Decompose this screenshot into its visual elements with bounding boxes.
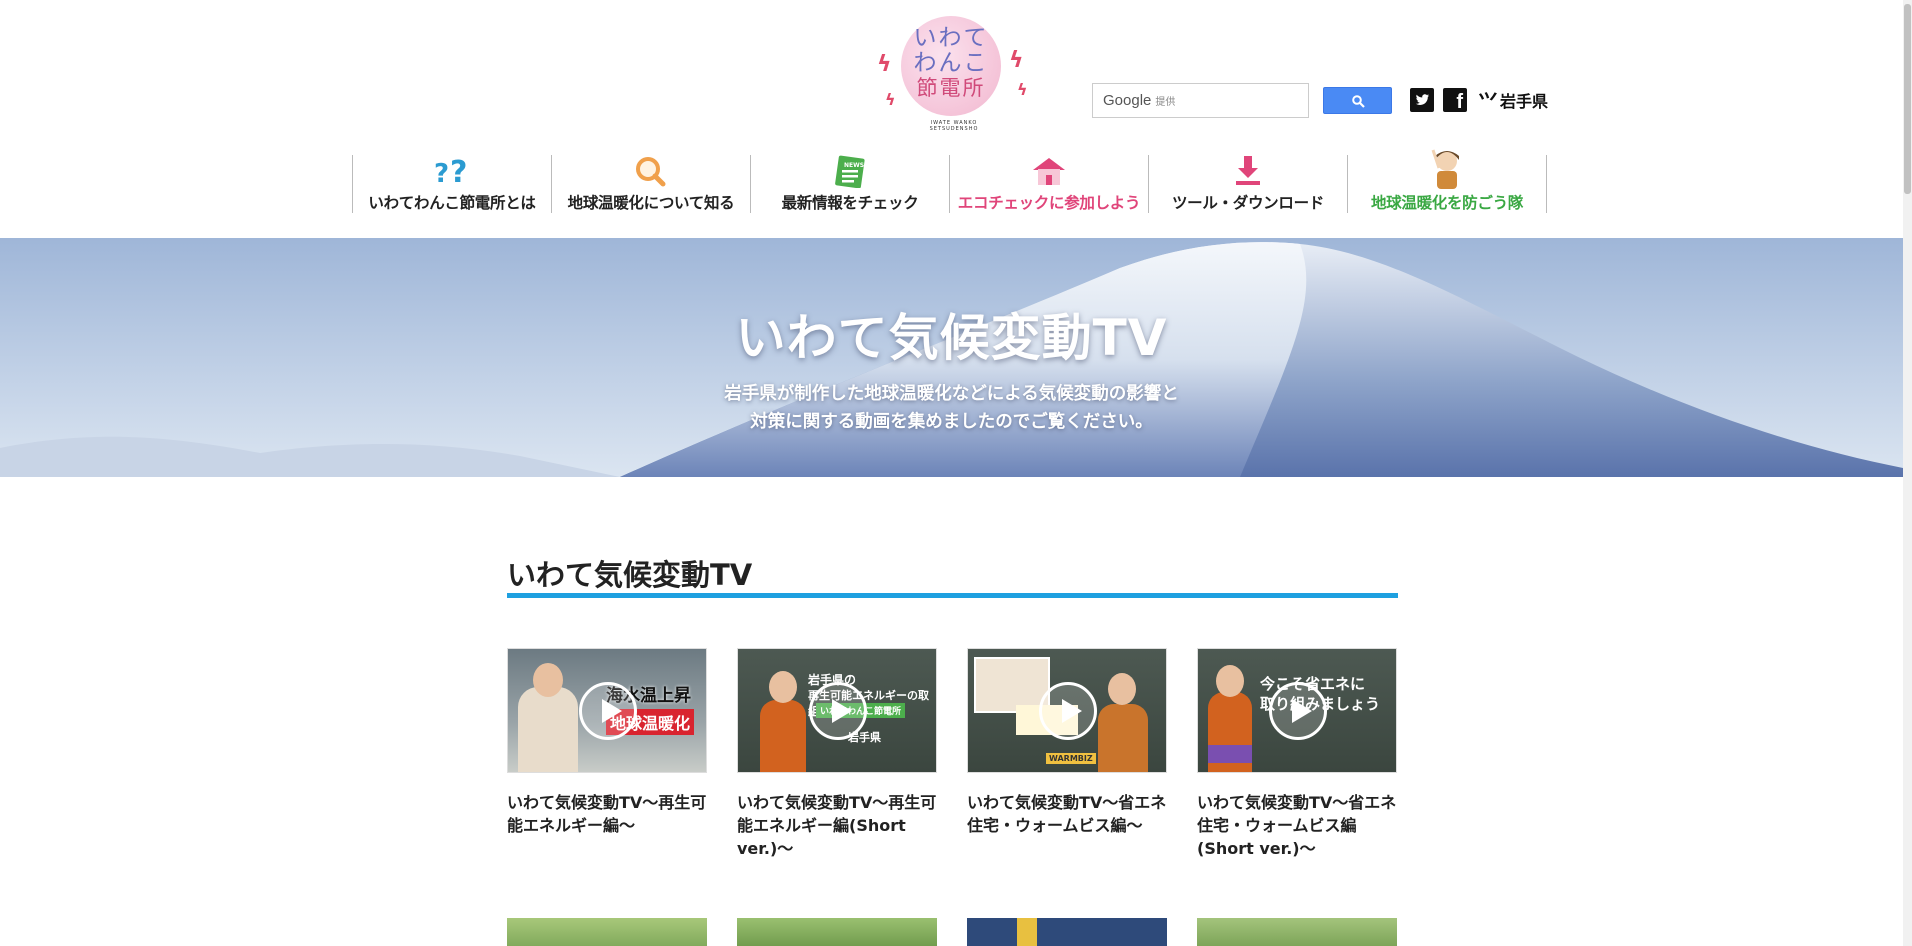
facebook-icon[interactable]: f (1443, 88, 1467, 113)
video-title[interactable]: いわて気候変動TV～省エネ住宅・ウォームビス編(Short ver.)～ (1197, 791, 1397, 860)
nav-label: いわてわんこ節電所とは (368, 194, 536, 212)
video-thumbnail[interactable]: 岩手県の 再生可能エネルギーの取組は いわてわんこ節電所 岩手県 (737, 648, 937, 773)
name-tag (1208, 745, 1252, 763)
section-title: いわて気候変動TV (507, 558, 753, 592)
video-card[interactable]: 海水温上昇 地球温暖化 いわて気候変動TV～再生可能エネルギー編～ (507, 648, 707, 837)
svg-text:?: ? (434, 159, 449, 186)
play-icon[interactable] (579, 682, 637, 740)
play-icon[interactable] (1269, 682, 1327, 740)
nav-label: 地球温暖化を防ごう隊 (1370, 194, 1523, 212)
presenter (518, 687, 578, 772)
nav-item-ecocheck[interactable]: エコチェックに参加しよう (950, 155, 1149, 213)
video-thumbnail[interactable]: WARMBIZ (967, 648, 1167, 773)
hero-banner: いわて気候変動TV 岩手県が制作した地球温暖化などによる気候変動の影響と 対策に… (0, 238, 1903, 477)
search-input[interactable]: Google 提供 (1092, 83, 1309, 118)
scrollbar-thumb[interactable] (1904, 4, 1911, 194)
lightning-icon: ϟ (1017, 80, 1028, 99)
nav-item-news[interactable]: NEWS 最新情報をチェック (751, 155, 950, 213)
hero-description: 岩手県が制作した地球温暖化などによる気候変動の影響と 対策に関する動画を集めまし… (724, 384, 1179, 432)
hero-title: いわて気候変動TV (735, 309, 1168, 367)
svg-text:?: ? (450, 156, 467, 186)
magnifier-icon (552, 155, 750, 187)
video-thumbnail[interactable]: 今こそ省エネに 取り組みましょう (1197, 648, 1397, 773)
play-icon[interactable] (809, 682, 867, 740)
video-title[interactable]: いわて気候変動TV～省エネ住宅・ウォームビス編～ (967, 791, 1167, 837)
search-brand: Google (1103, 92, 1152, 109)
lightning-icon: ϟ (885, 90, 896, 109)
house-icon (950, 155, 1148, 187)
site-logo[interactable]: ϟ ϟ ϟ ϟ いわて わんこ 節電所 IWATE WANKO SETSUDEN… (871, 12, 1031, 132)
thumbnail-caption: WARMBIZ (1046, 753, 1096, 764)
nav-item-about[interactable]: ?? いわてわんこ節電所とは (353, 155, 552, 213)
search-provided-label: 提供 (1155, 97, 1176, 108)
lightning-icon: ϟ (1009, 48, 1024, 73)
presenter (1098, 704, 1148, 772)
video-card[interactable]: WARMBIZ いわて気候変動TV～省エネ住宅・ウォームビス編～ (967, 648, 1167, 837)
nav-label: ツール・ダウンロード (1171, 194, 1324, 212)
play-icon[interactable] (1039, 682, 1097, 740)
search-button[interactable] (1323, 87, 1392, 114)
presenter (760, 700, 806, 772)
video-thumbnail[interactable] (737, 918, 937, 946)
main-nav: ?? いわてわんこ節電所とは 地球温暖化について知る NEWS 最新情報をチェッ… (352, 149, 1547, 213)
video-title[interactable]: いわて気候変動TV～再生可能エネルギー編(Short ver.)～ (737, 791, 937, 860)
character-icon (1348, 147, 1546, 189)
prefecture-label: 岩手県 (1500, 92, 1549, 111)
section-underline (507, 593, 1398, 598)
news-icon: NEWS (751, 155, 949, 188)
video-card[interactable]: 今こそ省エネに 取り組みましょう いわて気候変動TV～省エネ住宅・ウォームビス編… (1197, 648, 1397, 860)
nav-item-learn[interactable]: 地球温暖化について知る (552, 155, 751, 213)
video-thumbnail[interactable]: 海水温上昇 地球温暖化 (507, 648, 707, 773)
twitter-icon[interactable] (1410, 88, 1434, 112)
nav-label: 最新情報をチェック (781, 194, 919, 212)
nav-item-squad[interactable]: 地球温暖化を防ごう隊 (1348, 149, 1547, 213)
video-card[interactable]: 岩手県の 再生可能エネルギーの取組は いわてわんこ節電所 岩手県 いわて気候変動… (737, 648, 937, 860)
logo-text: いわて わんこ 節電所 (913, 25, 989, 101)
nav-item-download[interactable]: ツール・ダウンロード (1149, 155, 1348, 213)
iwate-prefecture-link[interactable]: ⺍ 岩手県 (1478, 88, 1549, 114)
nav-label: 地球温暖化について知る (567, 194, 735, 212)
video-thumbnail[interactable] (507, 918, 707, 946)
search-icon (1352, 95, 1365, 108)
question-icon: ?? (353, 155, 551, 187)
download-icon (1149, 155, 1347, 187)
prefecture-emblem-icon: ⺍ (1478, 89, 1498, 114)
video-title[interactable]: いわて気候変動TV～再生可能エネルギー編～ (507, 791, 707, 837)
svg-text:NEWS: NEWS (844, 162, 864, 169)
video-thumbnail[interactable] (967, 918, 1167, 946)
nav-label: エコチェックに参加しよう (957, 194, 1141, 212)
video-thumbnail[interactable] (1197, 918, 1397, 946)
lightning-icon: ϟ (877, 52, 892, 77)
logo-subtitle: IWATE WANKO SETSUDENSHO (929, 120, 979, 132)
